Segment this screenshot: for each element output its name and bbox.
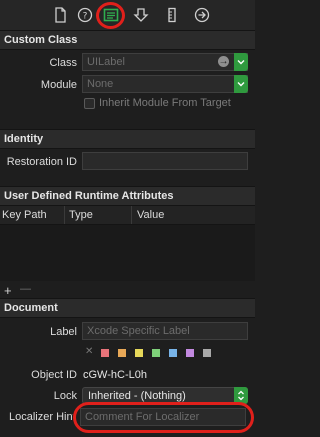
object-id-label: Object ID	[31, 369, 77, 381]
highlight-circle-localizer	[73, 402, 254, 433]
inherit-module-checkbox[interactable]	[84, 98, 95, 109]
inspector-toolbar: ?	[0, 0, 255, 31]
svg-text:?: ?	[83, 12, 88, 22]
help-icon[interactable]: ?	[77, 7, 93, 23]
doc-label-placeholder: Xcode Specific Label	[87, 325, 190, 337]
class-field[interactable]: UILabel →	[82, 53, 248, 71]
file-inspector-icon[interactable]	[52, 7, 68, 23]
restoration-id-field[interactable]	[82, 152, 248, 170]
class-label: Class	[49, 57, 77, 69]
chevron-down-icon	[237, 60, 245, 65]
identity-header: Identity	[0, 129, 255, 149]
class-go-icon[interactable]: →	[218, 56, 229, 67]
chevron-updown-icon	[238, 390, 244, 401]
custom-class-header: Custom Class	[0, 30, 255, 50]
connections-inspector-icon[interactable]	[194, 7, 210, 23]
swatch-gray[interactable]	[203, 349, 211, 357]
lock-value: Inherited - (Nothing)	[88, 390, 186, 402]
lock-label: Lock	[53, 390, 77, 402]
swatch-orange[interactable]	[118, 349, 126, 357]
module-label: Module	[40, 79, 77, 91]
size-inspector-icon[interactable]	[164, 7, 180, 23]
highlight-circle-toolbar	[96, 2, 125, 29]
runtime-attrs-header: User Defined Runtime Attributes	[0, 186, 255, 206]
restoration-id-label: Restoration ID	[6, 156, 77, 168]
doc-label-field[interactable]: Xcode Specific Label	[82, 322, 248, 340]
attributes-inspector-icon[interactable]	[133, 7, 149, 23]
swatch-purple[interactable]	[186, 349, 194, 357]
identity-title: Identity	[4, 133, 44, 145]
swatch-blue[interactable]	[169, 349, 177, 357]
swatch-red[interactable]	[101, 349, 109, 357]
runtime-attrs-title: User Defined Runtime Attributes	[4, 190, 174, 202]
column-key-path[interactable]: Key Path	[2, 209, 47, 221]
localizer-hint-label: Localizer Hint	[9, 411, 73, 423]
inherit-module-label: Inherit Module From Target	[99, 97, 231, 109]
document-title: Document	[4, 302, 58, 314]
object-id-value: cGW-hC-L0h	[83, 369, 147, 381]
column-type[interactable]: Type	[69, 209, 93, 221]
chevron-down-icon	[237, 82, 245, 87]
runtime-attrs-table-header: Key Path Type Value	[0, 206, 255, 225]
module-placeholder: None	[87, 78, 114, 90]
remove-attribute-button[interactable]: —	[20, 283, 31, 295]
swatch-yellow[interactable]	[135, 349, 143, 357]
module-field[interactable]: None	[82, 75, 248, 93]
class-placeholder: UILabel	[87, 56, 125, 68]
document-header: Document	[0, 298, 255, 318]
add-attribute-button[interactable]: +	[4, 283, 12, 298]
doc-label-label: Label	[50, 326, 77, 338]
swatch-green[interactable]	[152, 349, 160, 357]
module-dropdown-button[interactable]	[234, 75, 248, 93]
swatch-clear-icon[interactable]: ✕	[85, 346, 93, 357]
custom-class-title: Custom Class	[4, 34, 78, 46]
column-value[interactable]: Value	[137, 209, 164, 221]
class-dropdown-button[interactable]	[234, 53, 248, 71]
runtime-attrs-table-body[interactable]	[0, 225, 255, 281]
